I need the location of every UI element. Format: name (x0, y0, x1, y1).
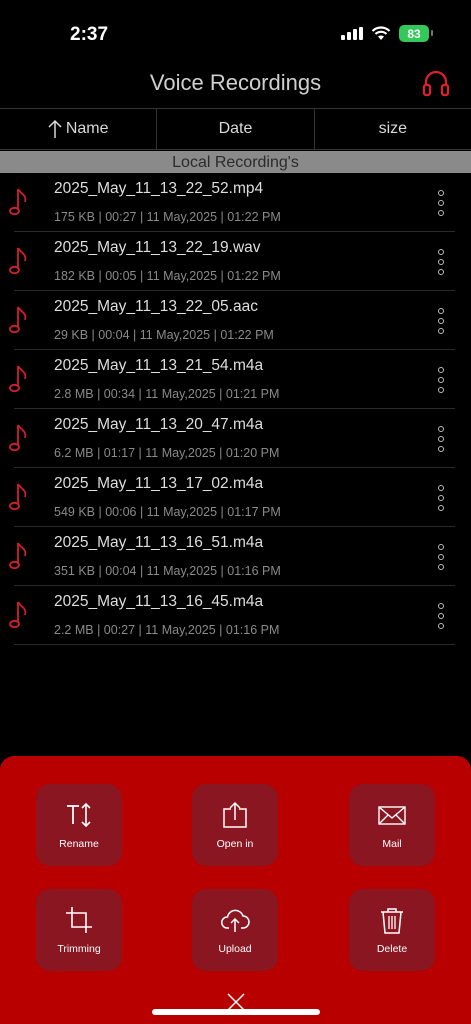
headphone-icon[interactable] (421, 68, 451, 98)
delete-label: Delete (376, 943, 408, 955)
more-options-icon[interactable] (437, 544, 445, 570)
sort-name-label: Name (65, 120, 109, 137)
wifi-icon (371, 26, 391, 40)
recording-meta: 2.8 MB | 00:34 | 11 May,2025 | 01:21 PM (54, 387, 280, 401)
open-in-button[interactable]: Open in (192, 784, 278, 866)
recording-name: 2025_May_11_13_17_02.m4a (54, 475, 264, 492)
recording-meta: 29 KB | 00:04 | 11 May,2025 | 01:22 PM (54, 328, 274, 342)
recording-name: 2025_May_11_13_21_54.m4a (54, 357, 264, 374)
battery-icon: 83 (399, 25, 433, 42)
sort-bar: Name Date size (0, 108, 471, 150)
more-options-icon[interactable] (437, 367, 445, 393)
list-item[interactable]: 2025_May_11_13_17_02.m4a 549 KB | 00:06 … (0, 468, 471, 527)
more-options-icon[interactable] (437, 603, 445, 629)
status-time: 2:37 (70, 24, 109, 45)
recording-name: 2025_May_11_13_16_45.m4a (54, 593, 264, 610)
list-item[interactable]: 2025_May_11_13_21_54.m4a 2.8 MB | 00:34 … (0, 350, 471, 409)
sort-by-name-button[interactable]: Name (0, 109, 158, 149)
music-note-icon (9, 483, 27, 511)
recording-name: 2025_May_11_13_22_19.wav (54, 239, 261, 256)
list-item[interactable]: 2025_May_11_13_20_47.m4a 6.2 MB | 01:17 … (0, 409, 471, 468)
recording-name: 2025_May_11_13_20_47.m4a (54, 416, 264, 433)
music-note-icon (9, 424, 27, 452)
more-options-icon[interactable] (437, 485, 445, 511)
trimming-label: Trimming (57, 943, 101, 955)
mail-icon (378, 806, 406, 825)
recording-meta: 2.2 MB | 00:27 | 11 May,2025 | 01:16 PM (54, 623, 280, 637)
music-note-icon (9, 542, 27, 570)
recording-name: 2025_May_11_13_16_51.m4a (54, 534, 264, 551)
divider (14, 644, 455, 645)
recording-meta: 351 KB | 00:04 | 11 May,2025 | 01:16 PM (54, 564, 281, 578)
recording-meta: 6.2 MB | 01:17 | 11 May,2025 | 01:20 PM (54, 446, 280, 460)
list-item[interactable]: 2025_May_11_13_22_19.wav 182 KB | 00:05 … (0, 232, 471, 291)
music-note-icon (9, 601, 27, 629)
trash-icon (381, 908, 403, 934)
music-note-icon (9, 188, 27, 216)
list-item[interactable]: 2025_May_11_13_16_51.m4a 351 KB | 00:04 … (0, 527, 471, 586)
status-bar: 2:37 83 (0, 0, 471, 60)
cloud-upload-icon (221, 909, 250, 932)
music-note-icon (9, 365, 27, 393)
mail-button[interactable]: Mail (349, 784, 435, 866)
rename-icon (67, 802, 91, 828)
list-item[interactable]: 2025_May_11_13_22_52.mp4 175 KB | 00:27 … (0, 173, 471, 232)
rename-button[interactable]: Rename (36, 784, 122, 866)
mail-label: Mail (382, 838, 402, 850)
arrow-up-icon (48, 119, 62, 138)
cellular-signal-icon (341, 27, 363, 40)
delete-button[interactable]: Delete (349, 889, 435, 971)
recording-name: 2025_May_11_13_22_05.aac (54, 298, 258, 315)
sort-by-date-button[interactable]: Date (157, 109, 315, 149)
open-in-label: Open in (216, 838, 254, 850)
recording-name: 2025_May_11_13_22_52.mp4 (54, 180, 264, 197)
recording-meta: 549 KB | 00:06 | 11 May,2025 | 01:17 PM (54, 505, 281, 519)
more-options-icon[interactable] (437, 308, 445, 334)
status-icons: 83 (341, 25, 433, 42)
recordings-list: 2025_May_11_13_22_52.mp4 175 KB | 00:27 … (0, 173, 471, 645)
recording-meta: 175 KB | 00:27 | 11 May,2025 | 01:22 PM (54, 210, 281, 224)
list-item[interactable]: 2025_May_11_13_16_45.m4a 2.2 MB | 00:27 … (0, 586, 471, 645)
share-icon (223, 801, 247, 828)
trimming-button[interactable]: Trimming (36, 889, 122, 971)
section-header: Local Recording's (0, 151, 471, 173)
page-title: Voice Recordings (149, 70, 322, 95)
sort-size-label: size (378, 120, 408, 137)
upload-label: Upload (218, 943, 252, 955)
more-options-icon[interactable] (437, 249, 445, 275)
music-note-icon (9, 306, 27, 334)
rename-label: Rename (59, 838, 99, 850)
action-sheet: Rename Open in Mail Trimming Upload Dele… (0, 756, 471, 1024)
music-note-icon (9, 247, 27, 275)
more-options-icon[interactable] (437, 190, 445, 216)
crop-icon (66, 907, 92, 933)
home-indicator (152, 1009, 320, 1015)
sort-by-size-button[interactable]: size (315, 109, 471, 149)
more-options-icon[interactable] (437, 426, 445, 452)
recording-meta: 182 KB | 00:05 | 11 May,2025 | 01:22 PM (54, 269, 281, 283)
list-item[interactable]: 2025_May_11_13_22_05.aac 29 KB | 00:04 |… (0, 291, 471, 350)
battery-level: 83 (407, 26, 421, 41)
upload-button[interactable]: Upload (192, 889, 278, 971)
sort-date-label: Date (218, 120, 253, 137)
